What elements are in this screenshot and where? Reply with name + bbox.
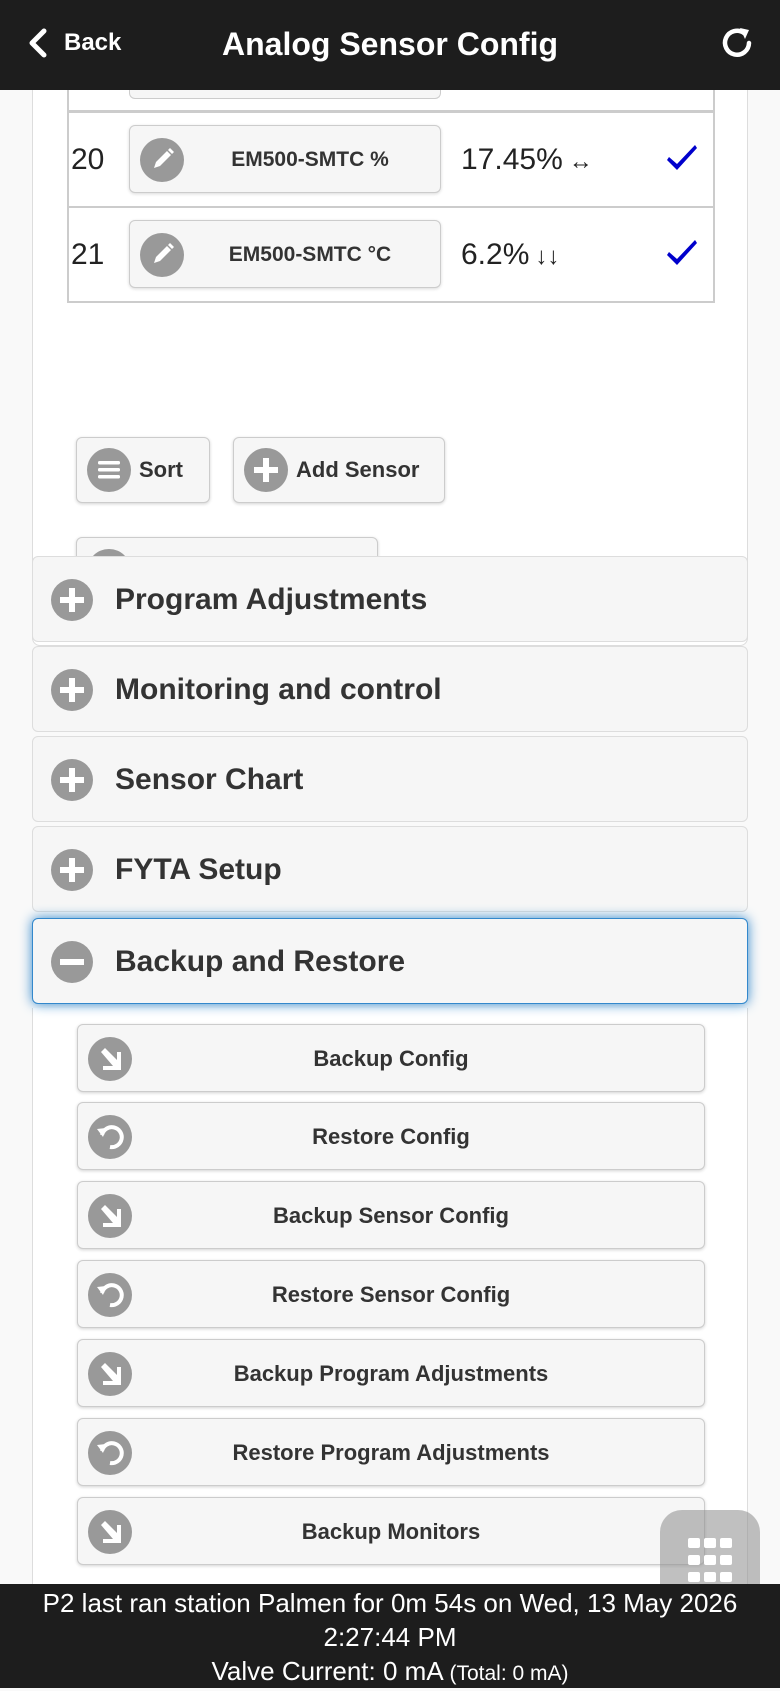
- pencil-icon: [140, 233, 184, 277]
- restore-config-button[interactable]: Restore Config: [77, 1102, 705, 1170]
- sort-button[interactable]: Sort: [76, 437, 210, 503]
- sensor-name: EM500-SMTC °C: [228, 243, 392, 266]
- edit-sensor-button[interactable]: EM500-SMTC %: [129, 125, 441, 193]
- backup-config-button[interactable]: Backup Config: [77, 1024, 705, 1092]
- sensor-value: 17.45% ↔: [461, 143, 593, 176]
- sensor-name: EM500-SMTC %: [231, 148, 389, 171]
- section-title: FYTA Setup: [115, 853, 282, 886]
- backup-monitors-button[interactable]: Backup Monitors: [77, 1497, 705, 1565]
- add-sensor-label: Add Sensor: [296, 457, 420, 482]
- sensor-number: 20: [71, 143, 105, 176]
- keypad-button[interactable]: [660, 1510, 760, 1584]
- valve-total: (Total: 0 mA): [449, 1662, 569, 1685]
- last-run-time: 2:27:44 PM: [323, 1622, 457, 1652]
- sensor-row-partial: [67, 90, 715, 112]
- section-title: Monitoring and control: [115, 673, 442, 706]
- valve-current: Valve Current: 0 mA (Total: 0 mA): [211, 1656, 569, 1686]
- pencil-icon: [140, 138, 184, 182]
- section-title: Program Adjustments: [115, 583, 428, 616]
- app-header: Back Analog Sensor Config: [0, 0, 780, 90]
- backup-sensor-config-button[interactable]: Backup Sensor Config: [77, 1181, 705, 1249]
- add-sensor-button[interactable]: Add Sensor: [233, 437, 445, 503]
- plus-icon: [244, 448, 288, 492]
- sensor-row: 20 EM500-SMTC % 17.45% ↔: [67, 111, 715, 208]
- menu-icon: [87, 448, 131, 492]
- plus-icon: [51, 849, 93, 891]
- button-label: Backup Config: [313, 1046, 469, 1071]
- refresh-icon[interactable]: [716, 22, 758, 64]
- button-label: Restore Config: [312, 1124, 470, 1149]
- section-monitoring-and-control[interactable]: Monitoring and control: [32, 646, 748, 732]
- button-label: Restore Sensor Config: [271, 1282, 511, 1307]
- edit-sensor-button[interactable]: EM500-SMTC °C: [129, 220, 441, 288]
- trend-indicator: ↔: [568, 148, 593, 175]
- button-label: Backup Sensor Config: [273, 1203, 509, 1228]
- restore-program-adjustments-button[interactable]: Restore Program Adjustments: [77, 1418, 705, 1486]
- plus-icon: [51, 759, 93, 801]
- sensor-row: 21 EM500-SMTC °C 6.2% ↓↓: [67, 206, 715, 303]
- sensor-number: 21: [71, 238, 105, 271]
- minus-icon: [51, 941, 93, 983]
- section-program-adjustments[interactable]: Program Adjustments: [32, 556, 748, 642]
- check-icon: [667, 145, 697, 170]
- section-title: Sensor Chart: [115, 763, 304, 796]
- backup-restore-panel: Backup Config Restore Config Backup Sens…: [32, 1008, 748, 1584]
- plus-icon: [51, 669, 93, 711]
- sensor-value: 6.2% ↓↓: [461, 238, 560, 271]
- status-footer: P2 last ran station Palmen for 0m 54s on…: [0, 1584, 780, 1688]
- content-area[interactable]: 20 EM500-SMTC % 17.45% ↔ 21 EM500-SMTC °C…: [0, 90, 780, 1584]
- section-fyta-setup[interactable]: FYTA Setup: [32, 826, 748, 912]
- button-label: Backup Monitors: [301, 1519, 481, 1544]
- trend-indicator: ↓↓: [535, 243, 560, 270]
- plus-icon: [51, 579, 93, 621]
- restore-sensor-config-button[interactable]: Restore Sensor Config: [77, 1260, 705, 1328]
- button-label: Backup Program Adjustments: [233, 1361, 549, 1386]
- keypad-grid-icon: [688, 1538, 732, 1582]
- section-sensor-chart[interactable]: Sensor Chart: [32, 736, 748, 822]
- sort-label: Sort: [139, 457, 183, 482]
- last-run-status: P2 last ran station Palmen for 0m 54s on…: [42, 1588, 738, 1618]
- backup-program-adjustments-button[interactable]: Backup Program Adjustments: [77, 1339, 705, 1407]
- button-label: Restore Program Adjustments: [232, 1440, 550, 1465]
- page-title: Analog Sensor Config: [222, 26, 558, 62]
- edit-sensor-button[interactable]: [129, 90, 441, 99]
- check-icon: [667, 240, 697, 265]
- section-backup-and-restore[interactable]: Backup and Restore: [32, 918, 748, 1004]
- section-title: Backup and Restore: [115, 945, 406, 978]
